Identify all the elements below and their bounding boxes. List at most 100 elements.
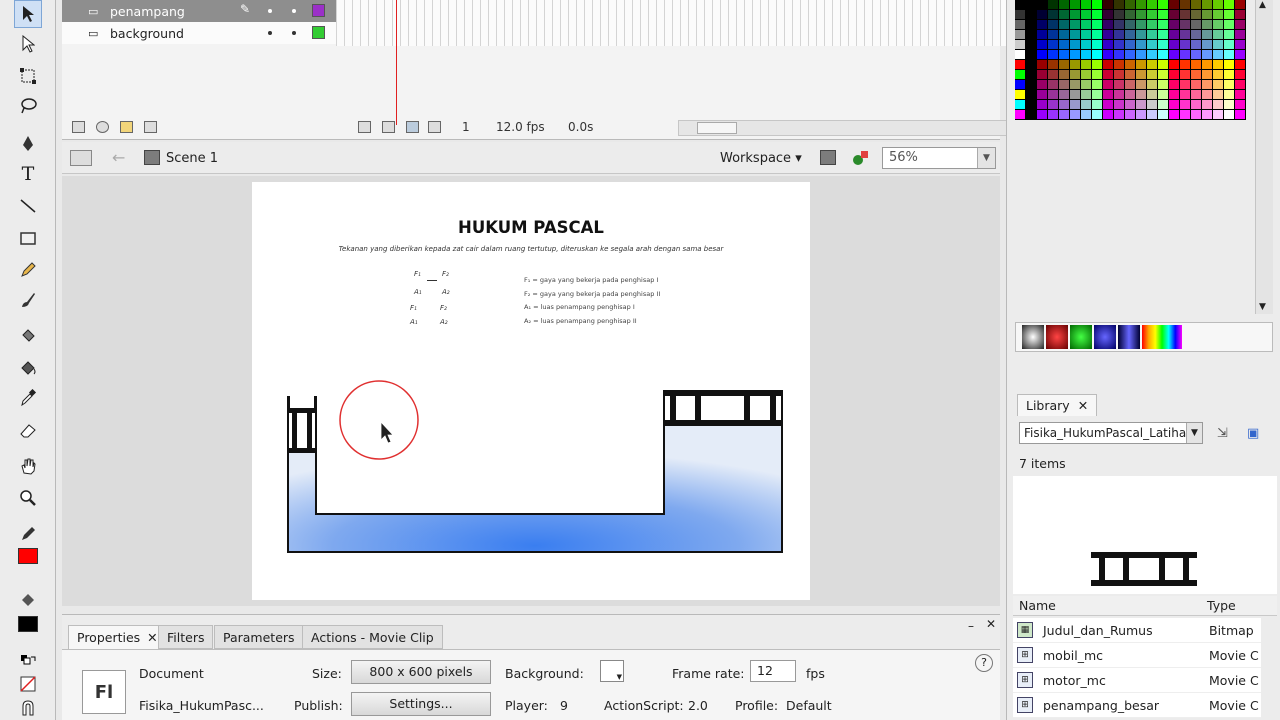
- color-swatch[interactable]: [1070, 40, 1081, 50]
- color-swatch[interactable]: [1015, 50, 1026, 60]
- color-swatch[interactable]: [1191, 40, 1202, 50]
- color-swatch[interactable]: [1048, 40, 1059, 50]
- color-swatch[interactable]: [1070, 50, 1081, 60]
- workspace-menu[interactable]: Workspace ▾: [720, 151, 802, 166]
- color-swatch[interactable]: [1147, 10, 1158, 20]
- color-swatch[interactable]: [1015, 20, 1026, 30]
- gradient-blue-linear[interactable]: [1118, 325, 1140, 349]
- color-swatch[interactable]: [1037, 10, 1048, 20]
- color-swatch[interactable]: [1213, 10, 1224, 20]
- color-swatch[interactable]: [1048, 110, 1059, 120]
- color-swatch[interactable]: [1169, 100, 1180, 110]
- color-swatch[interactable]: [1015, 90, 1026, 100]
- color-swatch[interactable]: [1092, 60, 1103, 70]
- color-swatch[interactable]: [1037, 30, 1048, 40]
- color-swatch[interactable]: [1070, 110, 1081, 120]
- color-swatch[interactable]: [1114, 30, 1125, 40]
- color-swatch[interactable]: [1191, 0, 1202, 10]
- color-swatch[interactable]: [1202, 40, 1213, 50]
- color-swatch[interactable]: [1158, 70, 1169, 80]
- color-swatch[interactable]: [1125, 40, 1136, 50]
- panel-menu-icon[interactable]: –: [968, 619, 974, 633]
- playhead[interactable]: [396, 0, 397, 125]
- color-swatch[interactable]: [1026, 30, 1037, 40]
- color-swatch[interactable]: [1048, 80, 1059, 90]
- color-swatch[interactable]: [1092, 20, 1103, 30]
- edit-scene-icon[interactable]: [820, 150, 836, 165]
- color-swatch[interactable]: [1026, 40, 1037, 50]
- color-swatch[interactable]: [1169, 10, 1180, 20]
- color-swatch[interactable]: [1081, 50, 1092, 60]
- color-swatch[interactable]: [1191, 10, 1202, 20]
- color-swatch[interactable]: [1158, 60, 1169, 70]
- color-swatch[interactable]: [1180, 20, 1191, 30]
- color-swatch[interactable]: [1026, 20, 1037, 30]
- color-swatch[interactable]: [1048, 30, 1059, 40]
- color-swatch[interactable]: [1070, 90, 1081, 100]
- color-swatch[interactable]: [1026, 100, 1037, 110]
- color-swatch[interactable]: [1037, 0, 1048, 10]
- color-swatch[interactable]: [1059, 10, 1070, 20]
- color-swatch[interactable]: [1092, 100, 1103, 110]
- color-swatch[interactable]: [1235, 40, 1246, 50]
- color-swatch[interactable]: [1125, 110, 1136, 120]
- color-swatch[interactable]: [1191, 30, 1202, 40]
- color-swatch[interactable]: [1015, 30, 1026, 40]
- color-swatch[interactable]: [1015, 60, 1026, 70]
- color-swatch[interactable]: [1103, 50, 1114, 60]
- color-swatch[interactable]: [1224, 20, 1235, 30]
- color-swatch[interactable]: [1103, 20, 1114, 30]
- color-swatch[interactable]: [1158, 20, 1169, 30]
- add-motion-guide-icon[interactable]: [96, 121, 109, 133]
- color-swatch[interactable]: [1037, 40, 1048, 50]
- color-swatch[interactable]: [1081, 40, 1092, 50]
- color-swatch[interactable]: [1202, 0, 1213, 10]
- color-swatch[interactable]: [1158, 0, 1169, 10]
- color-swatch[interactable]: [1191, 70, 1202, 80]
- chevron-down-icon[interactable]: ▼: [1186, 423, 1202, 443]
- color-swatch[interactable]: [1169, 50, 1180, 60]
- color-swatch[interactable]: [1059, 30, 1070, 40]
- color-swatch[interactable]: [1037, 70, 1048, 80]
- color-swatch[interactable]: [1059, 0, 1070, 10]
- ink-bottle-tool-icon[interactable]: [14, 322, 42, 350]
- snap-magnet-icon[interactable]: [14, 694, 42, 720]
- color-swatch[interactable]: [1169, 30, 1180, 40]
- color-swatch[interactable]: [1125, 80, 1136, 90]
- color-swatch[interactable]: [1103, 70, 1114, 80]
- color-swatch[interactable]: [1048, 60, 1059, 70]
- back-arrow-icon[interactable]: ←: [112, 148, 125, 167]
- color-swatch[interactable]: [1213, 90, 1224, 100]
- color-swatch[interactable]: [1037, 80, 1048, 90]
- color-swatch[interactable]: [1081, 60, 1092, 70]
- color-swatch[interactable]: [1114, 20, 1125, 30]
- color-swatch[interactable]: [1180, 110, 1191, 120]
- color-swatch[interactable]: [1235, 60, 1246, 70]
- gradient-green[interactable]: [1070, 325, 1092, 349]
- color-swatch[interactable]: [1114, 10, 1125, 20]
- help-icon[interactable]: ?: [975, 654, 993, 672]
- color-swatch[interactable]: [1136, 30, 1147, 40]
- color-swatch[interactable]: [1147, 0, 1158, 10]
- color-swatch[interactable]: [1114, 100, 1125, 110]
- color-swatch[interactable]: [1158, 40, 1169, 50]
- color-swatch[interactable]: [1224, 50, 1235, 60]
- color-swatch[interactable]: [1202, 70, 1213, 80]
- color-swatch[interactable]: [1191, 60, 1202, 70]
- color-swatch[interactable]: [1070, 30, 1081, 40]
- color-swatch[interactable]: [1213, 100, 1224, 110]
- color-swatch[interactable]: [1213, 110, 1224, 120]
- close-icon[interactable]: ✕: [1078, 398, 1088, 413]
- library-tab[interactable]: Library ✕: [1017, 394, 1098, 416]
- color-swatch[interactable]: [1202, 20, 1213, 30]
- color-swatch[interactable]: [1092, 70, 1103, 80]
- layer-penampang[interactable]: ▭ penampang ✎: [62, 0, 336, 22]
- color-swatch[interactable]: [1125, 0, 1136, 10]
- color-swatch[interactable]: [1015, 40, 1026, 50]
- zoom-select[interactable]: 56% ▼: [882, 147, 996, 169]
- color-swatch[interactable]: [1037, 110, 1048, 120]
- stage[interactable]: HUKUM PASCAL Tekanan yang diberikan kepa…: [252, 182, 810, 600]
- color-swatch[interactable]: [1158, 90, 1169, 100]
- color-swatch[interactable]: [1147, 100, 1158, 110]
- scroll-thumb[interactable]: [697, 122, 737, 134]
